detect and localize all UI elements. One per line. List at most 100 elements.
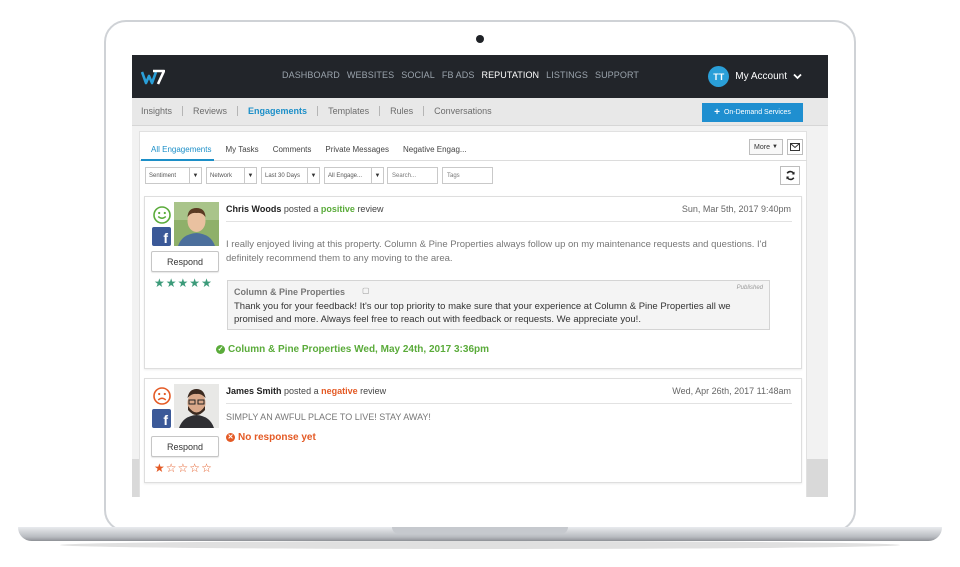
engagement-tabs: All Engagements My Tasks Comments Privat… (144, 145, 474, 154)
reviewer-name[interactable]: Chris Woods (226, 204, 281, 214)
review-word: review (360, 386, 387, 396)
star-filled-icon: ★ (154, 461, 166, 475)
tab-divider (139, 160, 807, 161)
mail-button[interactable] (787, 139, 803, 155)
no-response-text: No response yet (238, 432, 316, 443)
star-rating: ★☆☆☆☆ (154, 461, 213, 475)
refresh-button[interactable] (780, 166, 800, 185)
on-demand-services-button[interactable]: + On-Demand Services (702, 103, 803, 122)
camera-dot (476, 35, 484, 43)
reviewer-photo (174, 202, 219, 246)
tab-reviews[interactable]: Reviews (183, 106, 239, 116)
star-empty-icon: ☆ (165, 461, 178, 475)
posted-a-text: posted a (283, 204, 319, 214)
check-circle-icon: ✓ (216, 345, 225, 354)
frown-icon (153, 387, 171, 405)
review-date: Wed, Apr 26th, 2017 11:48am (672, 386, 791, 396)
card-divider (226, 221, 792, 222)
facebook-icon: f (152, 227, 171, 246)
star-filled-icon: ★ (154, 276, 166, 290)
review-card: f Respond ★★★★★ Chris Woods posted a pos… (144, 196, 802, 369)
date-range-value: Last 30 Days (265, 172, 301, 179)
reply-text: Thank you for your feedback! It's our to… (234, 301, 731, 325)
date-range-select[interactable]: Last 30 Days ▼ (261, 167, 320, 184)
star-filled-icon: ★ (165, 276, 178, 290)
laptop-shadow (60, 541, 900, 549)
star-rating: ★★★★★ (154, 276, 213, 290)
account-menu[interactable]: TT My Account (708, 66, 802, 87)
star-filled-icon: ★ (201, 276, 213, 290)
facebook-icon: f (152, 409, 171, 428)
clipboard-icon[interactable]: ▢ (362, 286, 370, 295)
tab-all-engagements[interactable]: All Engagements (144, 145, 218, 154)
tab-my-tasks[interactable]: My Tasks (218, 145, 265, 154)
respond-button[interactable]: Respond (151, 251, 219, 272)
account-label[interactable]: My Account (735, 71, 787, 82)
review-date: Sun, Mar 5th, 2017 9:40pm (681, 204, 791, 214)
search-placeholder: Search... (392, 172, 417, 179)
tab-conversations[interactable]: Conversations (424, 106, 502, 116)
brand-logo-icon[interactable] (141, 67, 165, 87)
nav-reputation[interactable]: REPUTATION (481, 70, 539, 80)
tab-negative-engagements[interactable]: Negative Engag... (396, 145, 474, 154)
star-filled-icon: ★ (189, 276, 202, 290)
refresh-icon (785, 170, 795, 181)
card-divider (226, 403, 792, 404)
reply-box: Column & Pine Properties ▢ Published Tha… (227, 280, 770, 330)
tab-rules[interactable]: Rules (380, 106, 425, 116)
caret-down-icon: ▼ (244, 168, 256, 183)
review-card: f Respond ★☆☆☆☆ James Smith posted a neg… (144, 378, 802, 483)
laptop-notch (392, 527, 568, 534)
top-navbar: DASHBOARD WEBSITES SOCIAL FB ADS REPUTAT… (132, 55, 828, 98)
tab-engagements[interactable]: Engagements (238, 106, 319, 116)
sentiment-select[interactable]: Sentiment ▼ (145, 167, 202, 184)
avatar[interactable]: TT (708, 66, 730, 87)
reviewer-avatar-image (174, 202, 219, 246)
sentiment-value: Sentiment (149, 172, 177, 179)
sentiment-label: negative (321, 386, 358, 396)
tab-private-messages[interactable]: Private Messages (318, 145, 396, 154)
star-empty-icon: ☆ (177, 461, 190, 475)
reply-status: Published (736, 285, 763, 291)
response-meta: ✓ Column & Pine Properties Wed, May 24th… (216, 344, 489, 355)
app-screen: DASHBOARD WEBSITES SOCIAL FB ADS REPUTAT… (132, 55, 828, 497)
more-button[interactable]: More ▼ (749, 139, 783, 155)
nav-support[interactable]: SUPPORT (595, 70, 639, 80)
reviewer-name[interactable]: James Smith (226, 386, 282, 396)
nav-dashboard[interactable]: DASHBOARD (282, 70, 340, 80)
star-empty-icon: ☆ (201, 461, 213, 475)
engagement-type-value: All Engage... (328, 172, 363, 179)
search-input[interactable]: Search... (387, 167, 438, 184)
nav-listings[interactable]: LISTINGS (546, 70, 588, 80)
caret-down-icon: ▼ (307, 168, 319, 183)
main-nav: DASHBOARD WEBSITES SOCIAL FB ADS REPUTAT… (282, 70, 639, 80)
nav-websites[interactable]: WEBSITES (347, 70, 394, 80)
star-filled-icon: ★ (177, 276, 190, 290)
laptop-mockup: DASHBOARD WEBSITES SOCIAL FB ADS REPUTAT… (0, 0, 960, 567)
reviewer-photo (174, 384, 219, 428)
caret-down-icon: ▼ (772, 144, 778, 150)
tags-placeholder: Tags (447, 172, 460, 179)
more-label: More (754, 143, 770, 151)
reviewer-avatar-image (174, 384, 219, 428)
engagement-type-select[interactable]: All Engage... ▼ (324, 167, 384, 184)
envelope-icon (790, 143, 800, 151)
tags-input[interactable]: Tags (442, 167, 493, 184)
chevron-down-icon[interactable] (793, 73, 802, 80)
nav-fb-ads[interactable]: FB ADS (442, 70, 475, 80)
subnav-tabs: Insights Reviews Engagements Templates R… (141, 106, 502, 116)
star-empty-icon: ☆ (189, 461, 202, 475)
network-select[interactable]: Network ▼ (206, 167, 257, 184)
review-text: I really enjoyed living at this property… (226, 239, 767, 264)
nav-social[interactable]: SOCIAL (401, 70, 435, 80)
sentiment-label: positive (320, 204, 355, 214)
respond-button[interactable]: Respond (151, 436, 219, 457)
tab-comments[interactable]: Comments (266, 145, 319, 154)
caret-down-icon: ▼ (371, 168, 383, 183)
on-demand-label: On-Demand Services (723, 109, 791, 116)
tab-insights[interactable]: Insights (141, 106, 184, 116)
plus-icon: + (714, 107, 720, 118)
tab-templates[interactable]: Templates (318, 106, 381, 116)
caret-down-icon: ▼ (189, 168, 201, 183)
reply-author: Column & Pine Properties (234, 287, 346, 297)
